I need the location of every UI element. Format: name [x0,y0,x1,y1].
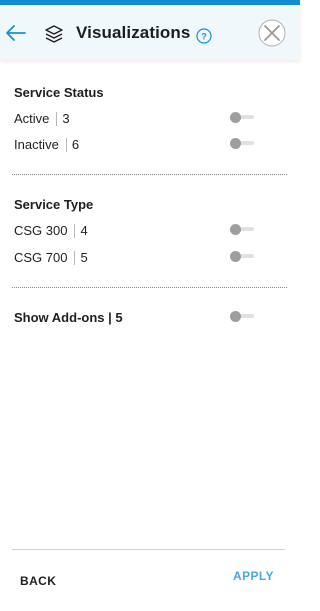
item-count: 6 [71,137,80,152]
item-count: 3 [62,111,70,126]
list-item-active: Active 3 [14,111,258,129]
item-label: Active [14,111,50,126]
list-item-csg-300: CSG 300 4 [14,223,258,241]
toggle-active[interactable] [230,112,256,124]
svg-text:?: ? [201,32,207,42]
layers-icon [45,25,63,43]
panel-header: Visualizations ? [0,5,300,60]
visualizations-panel: Visualizations ? Service Status Active 3… [0,0,300,611]
row-label: CSG 300 4 [14,223,88,238]
list-item-csg-700: CSG 700 5 [14,250,258,268]
section-divider [12,287,287,288]
close-icon[interactable] [258,19,286,47]
row-label: CSG 700 5 [14,250,88,265]
item-label: Inactive [14,137,59,152]
item-label: CSG 700 [14,250,68,265]
row-label: Inactive 6 [14,137,79,152]
row-label: Active 3 [14,111,70,126]
toggle-knob [230,112,241,123]
footer-divider [12,549,285,550]
apply-button[interactable]: APPLY [233,569,274,583]
toggle-knob [230,224,241,235]
question-circle-icon[interactable]: ? [196,28,212,44]
section-title-service-status: Service Status [14,85,104,100]
arrow-left-icon[interactable] [4,21,28,45]
toggle-csg-700[interactable] [230,251,256,263]
separator [65,137,67,152]
separator [56,111,58,126]
addons-label: Show Add-ons | 5 [14,310,123,325]
toggle-inactive[interactable] [230,138,256,150]
toggle-show-addons[interactable] [230,311,256,323]
list-item-inactive: Inactive 6 [14,137,258,155]
toggle-knob [230,138,241,149]
item-count: 5 [80,250,88,265]
section-title-service-type: Service Type [14,197,94,212]
separator [74,250,76,265]
item-count: 4 [80,223,88,238]
page-title: Visualizations [76,23,191,42]
separator [74,223,76,238]
section-divider [12,174,287,175]
toggle-knob [230,311,241,322]
back-button[interactable]: BACK [20,574,56,588]
toggle-knob [230,251,241,262]
list-item-show-addons: Show Add-ons | 5 [14,310,258,328]
toggle-csg-300[interactable] [230,224,256,236]
item-label: CSG 300 [14,223,68,238]
